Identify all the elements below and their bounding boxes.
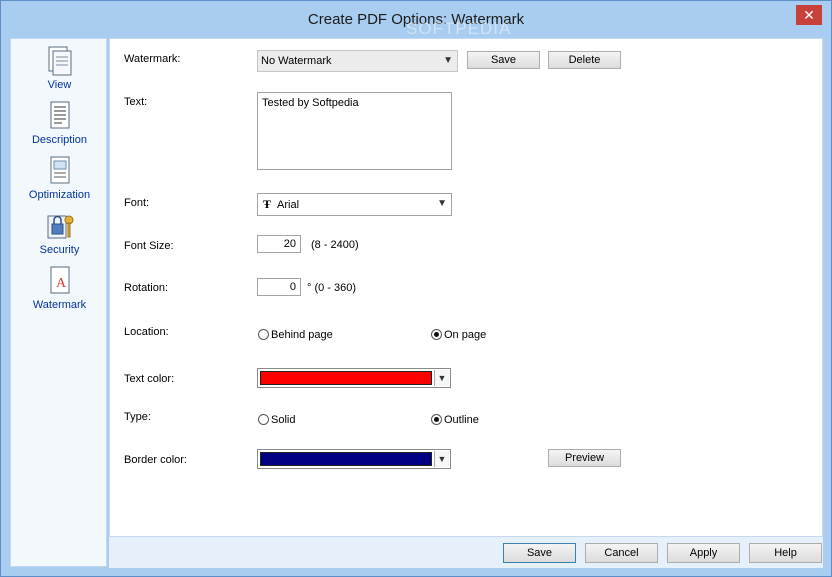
watermark-icon: A — [50, 266, 69, 294]
border-color-swatch — [260, 452, 432, 466]
truetype-font-icon: Ŧ — [263, 197, 272, 211]
preview-button[interactable]: Preview — [548, 449, 621, 467]
radio-indicator — [431, 414, 442, 425]
watermark-options-panel: Watermark: No Watermark ▼ Save Delete Te… — [109, 38, 823, 537]
save-button[interactable]: Save — [503, 543, 576, 563]
border-color-label: Border color: — [124, 454, 187, 466]
type-label: Type: — [124, 411, 151, 423]
sidebar-item-label: Description — [31, 134, 88, 146]
font-label: Font: — [124, 197, 150, 209]
button-bar: Save Cancel Apply Help — [109, 537, 823, 568]
type-outline-radio[interactable]: Outline — [431, 414, 479, 426]
watermark-text-field[interactable]: Tested by Softpedia — [257, 92, 452, 170]
rotation-label: Rotation: — [124, 282, 169, 294]
sidebar: View Description Optimization Security A… — [10, 38, 107, 567]
cancel-button[interactable]: Cancel — [585, 543, 658, 563]
watermark-save-button[interactable]: Save — [467, 51, 540, 69]
font-size-range: (8 - 2400) — [311, 239, 359, 251]
text-label: Text: — [124, 96, 148, 108]
location-behind-page-radio[interactable]: Behind page — [258, 329, 333, 341]
sidebar-item-optimization[interactable]: Optimization — [11, 155, 108, 201]
softpedia-watermark: SOFTPEDIA — [406, 19, 512, 38]
radio-indicator — [258, 329, 269, 340]
close-button[interactable]: ✕ — [796, 5, 822, 25]
watermark-label: Watermark: — [124, 53, 181, 65]
optimization-icon — [50, 156, 69, 184]
apply-button[interactable]: Apply — [667, 543, 740, 563]
radio-indicator — [258, 414, 269, 425]
chevron-down-icon: ▼ — [437, 198, 447, 209]
location-label: Location: — [124, 326, 169, 338]
sidebar-item-description[interactable]: Description — [11, 100, 108, 146]
font-select-value: Arial — [277, 199, 300, 211]
radio-indicator — [431, 329, 442, 340]
sidebar-item-security[interactable]: Security — [11, 210, 108, 256]
border-color-picker[interactable]: ▼ — [257, 449, 451, 469]
watermark-select[interactable]: No Watermark ▼ — [257, 50, 458, 72]
chevron-down-icon: ▼ — [434, 370, 449, 386]
radio-label: Solid — [271, 414, 296, 426]
text-color-picker[interactable]: ▼ — [257, 368, 451, 388]
font-size-label: Font Size: — [124, 240, 174, 252]
help-button[interactable]: Help — [749, 543, 822, 563]
location-on-page-radio[interactable]: On page — [431, 329, 486, 341]
sidebar-item-label: Watermark — [32, 299, 87, 311]
chevron-down-icon: ▼ — [434, 451, 449, 467]
sidebar-item-label: Security — [39, 244, 80, 256]
font-select[interactable]: Ŧ Arial ▼ — [257, 193, 452, 216]
chevron-down-icon: ▼ — [443, 55, 453, 66]
sidebar-item-label: Optimization — [28, 189, 91, 201]
sidebar-item-view[interactable]: View — [11, 45, 108, 91]
view-icon — [48, 46, 71, 76]
title-bar[interactable]: Create PDF Options: Watermark SOFTPEDIA … — [1, 1, 831, 39]
watermark-delete-button[interactable]: Delete — [548, 51, 621, 69]
sidebar-item-label: View — [47, 79, 72, 91]
radio-label: Behind page — [271, 329, 333, 341]
text-color-swatch — [260, 371, 432, 385]
font-size-input[interactable]: 20 — [257, 235, 301, 253]
radio-label: Outline — [444, 414, 479, 426]
sidebar-item-watermark[interactable]: A Watermark — [11, 265, 108, 311]
watermark-select-value: No Watermark — [261, 55, 332, 67]
dialog-window: Create PDF Options: Watermark SOFTPEDIA … — [0, 0, 832, 577]
text-color-label: Text color: — [124, 373, 175, 385]
type-solid-radio[interactable]: Solid — [258, 414, 295, 426]
radio-label: On page — [444, 329, 487, 341]
rotation-input[interactable]: 0 — [257, 278, 301, 296]
description-icon — [50, 101, 69, 129]
svg-text:A: A — [56, 276, 67, 291]
rotation-range: ° (0 - 360) — [307, 282, 357, 294]
security-icon — [47, 215, 73, 239]
